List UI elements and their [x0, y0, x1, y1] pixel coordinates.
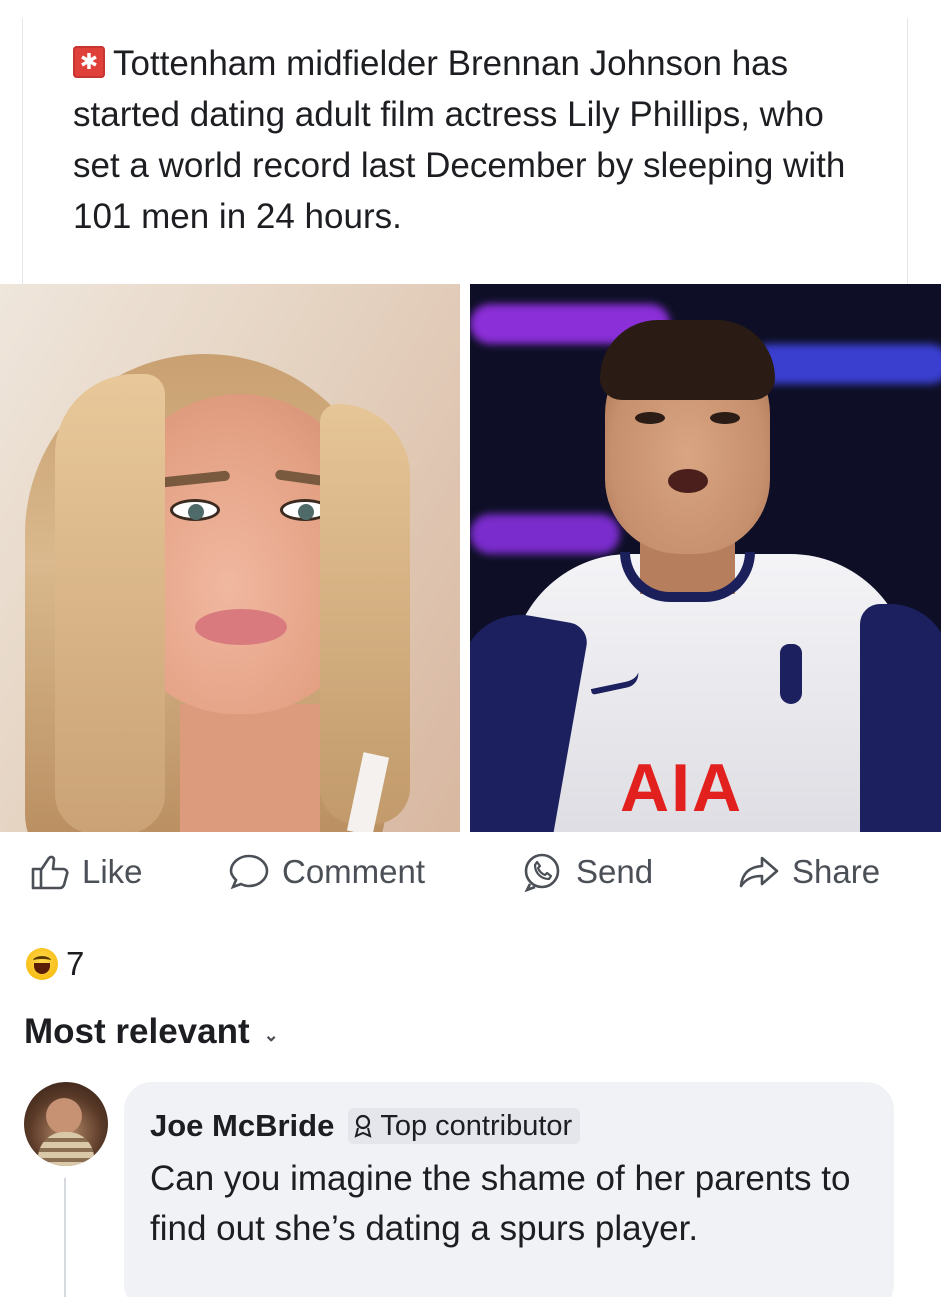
sort-label: Most relevant: [24, 1012, 250, 1051]
comment-text: Can you imagine the shame of her parents…: [150, 1159, 851, 1248]
chevron-down-icon: ⌄: [263, 1024, 279, 1045]
thumbs-up-icon: [30, 854, 70, 890]
post-headline: Tottenham midfielder Brennan Johnson has…: [73, 38, 873, 242]
post-headline-text: Tottenham midfielder Brennan Johnson has…: [73, 44, 846, 236]
share-label: Share: [792, 853, 881, 890]
comment-bubble-icon: [228, 853, 270, 891]
comment-button[interactable]: Comment: [228, 850, 425, 894]
comment-bubble: Joe McBride Top contributor Can you imag…: [124, 1082, 894, 1297]
like-label: Like: [82, 853, 143, 890]
avatar[interactable]: [24, 1082, 108, 1166]
send-button[interactable]: Send: [520, 850, 653, 894]
messenger-icon: [520, 852, 564, 892]
share-button[interactable]: Share: [738, 850, 880, 894]
comment-sort-dropdown[interactable]: Most relevant ⌄: [24, 1012, 279, 1052]
haha-emoji-icon: [26, 948, 58, 980]
thread-line: [64, 1178, 66, 1297]
badge-label: Top contributor: [380, 1109, 573, 1142]
reactions-summary[interactable]: 7: [26, 944, 84, 984]
reaction-count: 7: [66, 945, 85, 982]
post-image[interactable]: AIA: [0, 284, 941, 832]
alert-icon: [73, 46, 105, 78]
award-icon: [352, 1114, 374, 1138]
top-contributor-badge[interactable]: Top contributor: [348, 1108, 581, 1144]
shirt-sponsor-text: AIA: [620, 750, 744, 826]
footballer-photo: AIA: [470, 284, 941, 832]
woman-photo: [0, 284, 460, 832]
comment-label: Comment: [282, 853, 426, 890]
send-label: Send: [576, 853, 654, 890]
comment-author[interactable]: Joe McBride: [150, 1108, 334, 1144]
post-card: Tottenham midfielder Brennan Johnson has…: [22, 18, 908, 284]
share-arrow-icon: [738, 854, 780, 890]
like-button[interactable]: Like: [30, 850, 143, 894]
post-actions-bar: Like Comment Send Share: [0, 836, 941, 906]
